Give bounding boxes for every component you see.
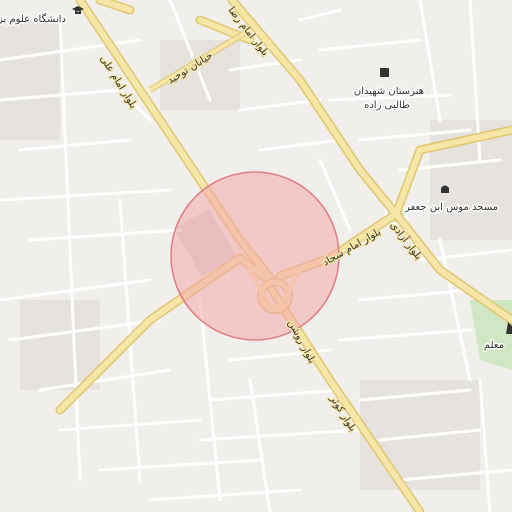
search-radius-circle[interactable]	[170, 171, 340, 341]
map-view[interactable]: بلوار امام علی بلوار امام رضا بلوار امام…	[0, 0, 512, 512]
poi-park-label: معلم	[484, 340, 504, 351]
poi-school-label-1: هنرستان شهیدان	[354, 86, 424, 97]
poi-school-label-2: طالبی زاده	[364, 100, 410, 111]
poi-mosque-label: مسجد موس ابن جعفر	[404, 202, 498, 213]
poi-university-label: دانشگاه علوم پز	[0, 13, 66, 25]
school-icon	[380, 68, 389, 77]
map-canvas[interactable]: بلوار امام علی بلوار امام رضا بلوار امام…	[0, 0, 512, 512]
